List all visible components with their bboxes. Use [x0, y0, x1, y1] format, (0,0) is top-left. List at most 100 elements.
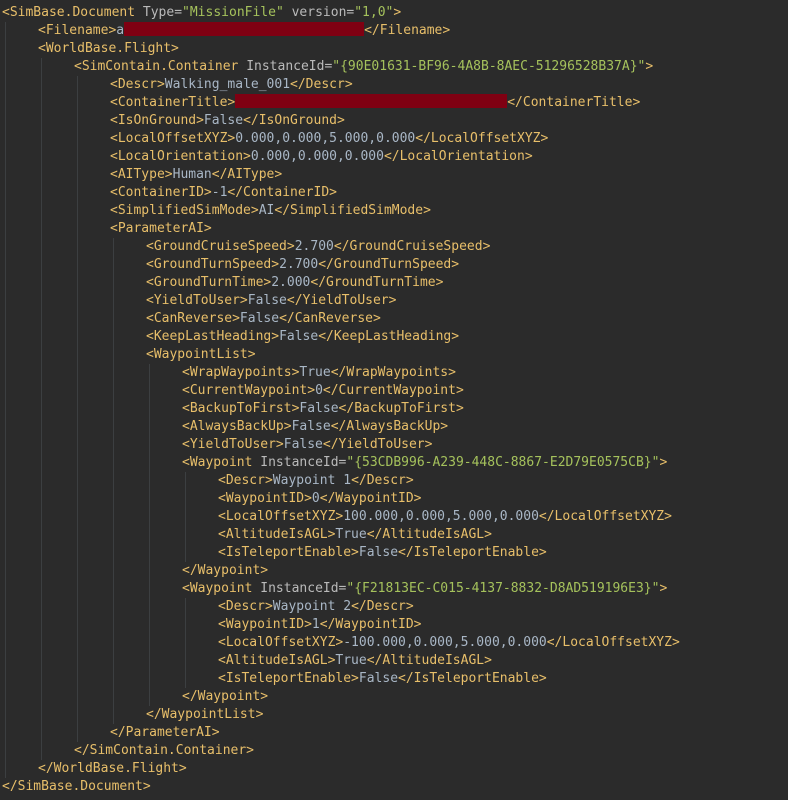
xml-tag: </AlwaysBackUp> [330, 419, 449, 434]
indent-guide [77, 76, 78, 742]
xml-tag: > [659, 581, 668, 596]
code-line[interactable]: <IsOnGround>False</IsOnGround> [110, 112, 345, 130]
code-line[interactable]: </WaypointList> [146, 706, 263, 724]
code-line[interactable]: <Filename>a </Filename> [38, 22, 450, 40]
code-line[interactable]: <ParameterAI> [110, 220, 212, 238]
xml-tag: </Waypoint> [182, 689, 269, 704]
code-line[interactable]: <WaypointID>1</WaypointID> [218, 616, 422, 634]
code-line[interactable]: <LocalOffsetXYZ>100.000,0.000,5.000,0.00… [218, 508, 672, 526]
xml-text: a [116, 23, 125, 38]
code-line[interactable]: <YieldToUser>False</YieldToUser> [182, 436, 432, 454]
xml-tag: </IsOnGround> [243, 113, 345, 128]
xml-tag: </SimplifiedSimMode> [274, 203, 431, 218]
code-line[interactable]: <CanReverse>False</CanReverse> [146, 310, 381, 328]
code-line[interactable]: <ContainerID>-1</ContainerID> [110, 184, 337, 202]
xml-tag: </WorldBase.Flight> [38, 761, 187, 776]
xml-text: AI [258, 203, 275, 218]
xml-text: 1 [311, 617, 320, 632]
xml-text: 0 [315, 383, 323, 398]
xml-tag: </LocalOffsetXYZ> [415, 131, 549, 146]
xml-tag: <LocalOrientation> [110, 149, 251, 164]
code-line[interactable]: <AltitudeIsAGL>True</AltitudeIsAGL> [218, 526, 492, 544]
xml-tag: </AIType> [211, 167, 283, 182]
code-line[interactable]: </Waypoint> [182, 688, 268, 706]
xml-attribute-name: InstanceId= [260, 581, 347, 596]
code-line[interactable]: <Waypoint InstanceId="{F21813EC-C015-413… [182, 580, 667, 598]
code-line[interactable]: <IsTeleportEnable>False</IsTeleportEnabl… [218, 670, 547, 688]
xml-tag: <AltitudeIsAGL> [218, 527, 336, 542]
xml-tag: <LocalOffsetXYZ> [218, 509, 344, 524]
code-line[interactable]: <WaypointID>0</WaypointID> [218, 490, 422, 508]
code-line[interactable]: <YieldToUser>False</YieldToUser> [146, 292, 396, 310]
xml-tag: </Descr> [351, 473, 414, 488]
code-line[interactable]: <LocalOffsetXYZ>0.000,0.000,5.000,0.000<… [110, 130, 548, 148]
xml-text: 100.000,0.000,5.000,0.000 [343, 509, 539, 524]
xml-tag: </IsTeleportEnable> [398, 671, 547, 686]
xml-tag: </KeepLastHeading> [318, 329, 460, 344]
xml-tag: <WorldBase.Flight> [38, 41, 179, 56]
code-editor[interactable]: <SimBase.Document Type="MissionFile" ver… [0, 0, 788, 800]
xml-tag: <IsOnGround> [110, 113, 204, 128]
xml-text: 2.700 [294, 239, 334, 254]
code-line[interactable]: <WorldBase.Flight> [38, 40, 179, 58]
xml-tag: </SimBase.Document> [2, 779, 151, 794]
xml-text: False [239, 311, 280, 326]
code-line[interactable]: <AlwaysBackUp>False</AlwaysBackUp> [182, 418, 448, 436]
code-line[interactable]: <GroundTurnTime>2.000</GroundTurnTime> [146, 274, 443, 292]
xml-attribute-name: Type= [142, 5, 183, 20]
xml-tag: <IsTeleportEnable> [218, 671, 359, 686]
xml-text: True [299, 365, 331, 380]
xml-tag: <GroundCruiseSpeed> [146, 239, 295, 254]
code-line[interactable]: <SimContain.Container InstanceId="{90E01… [74, 58, 653, 76]
code-line[interactable]: <Descr>Walking_male_001</Descr> [110, 76, 353, 94]
code-line[interactable]: <LocalOffsetXYZ>-100.000,0.000,5.000,0.0… [218, 634, 680, 652]
code-line[interactable]: </Waypoint> [182, 562, 268, 580]
xml-tag: <GroundTurnTime> [146, 275, 272, 290]
code-line[interactable]: <Waypoint InstanceId="{53CDB996-A239-448… [182, 454, 667, 472]
xml-attribute-name: InstanceId= [246, 59, 333, 74]
xml-tag: </GroundCruiseSpeed> [333, 239, 491, 254]
xml-tag: <Filename> [38, 23, 117, 38]
indent-guide [113, 238, 114, 724]
xml-text: 0 [311, 491, 320, 506]
code-line[interactable]: <AltitudeIsAGL>True</AltitudeIsAGL> [218, 652, 492, 670]
code-line[interactable]: </SimContain.Container> [74, 742, 254, 760]
xml-attribute-value: "{90E01631-BF96-4A8B-8AEC-51296528B37A}" [332, 59, 646, 74]
code-line[interactable]: <ContainerTitle> </ContainerTitle> [110, 94, 640, 112]
indent-guide [5, 22, 6, 778]
code-line[interactable]: <Descr>Waypoint 1</Descr> [218, 472, 414, 490]
code-line[interactable]: <WrapWaypoints>True</WrapWaypoints> [182, 364, 456, 382]
xml-tag: </BackupToFirst> [338, 401, 464, 416]
code-line[interactable]: <GroundTurnSpeed>2.700</GroundTurnSpeed> [146, 256, 459, 274]
xml-tag: <CanReverse> [146, 311, 240, 326]
xml-tag: </YieldToUser> [286, 293, 397, 308]
code-line[interactable]: </WorldBase.Flight> [38, 760, 187, 778]
code-line[interactable]: <LocalOrientation>0.000,0.000,0.000</Loc… [110, 148, 533, 166]
code-line[interactable]: <CurrentWaypoint>0</CurrentWaypoint> [182, 382, 464, 400]
xml-tag: </YieldToUser> [322, 437, 433, 452]
code-line[interactable]: <WaypointList> [146, 346, 256, 364]
code-line[interactable]: </ParameterAI> [110, 724, 220, 742]
xml-text: True [335, 527, 367, 542]
xml-tag: <SimBase.Document [2, 5, 143, 20]
xml-tag: </GroundTurnTime> [310, 275, 444, 290]
code-line[interactable]: <Descr>Waypoint 2</Descr> [218, 598, 414, 616]
xml-tag: <BackupToFirst> [182, 401, 300, 416]
xml-text: Walking_male_001 [164, 77, 291, 92]
xml-tag: <Waypoint [182, 455, 261, 470]
code-line[interactable]: <BackupToFirst>False</BackupToFirst> [182, 400, 464, 418]
xml-tag: </WaypointID> [319, 617, 422, 632]
xml-tag: <Descr> [218, 599, 273, 614]
code-line[interactable]: <KeepLastHeading>False</KeepLastHeading> [146, 328, 459, 346]
xml-tag: </ContainerID> [227, 185, 337, 200]
xml-tag: </CanReverse> [279, 311, 381, 326]
code-line[interactable]: <IsTeleportEnable>False</IsTeleportEnabl… [218, 544, 547, 562]
xml-tag: <SimplifiedSimMode> [110, 203, 259, 218]
code-line[interactable]: <SimplifiedSimMode>AI</SimplifiedSimMode… [110, 202, 431, 220]
code-line[interactable]: <SimBase.Document Type="MissionFile" ver… [2, 4, 401, 22]
code-line[interactable]: </SimBase.Document> [2, 778, 151, 796]
code-line[interactable]: <GroundCruiseSpeed>2.700</GroundCruiseSp… [146, 238, 490, 256]
xml-attribute-name: InstanceId= [260, 455, 347, 470]
xml-tag: </Descr> [290, 77, 353, 92]
code-line[interactable]: <AIType>Human</AIType> [110, 166, 282, 184]
